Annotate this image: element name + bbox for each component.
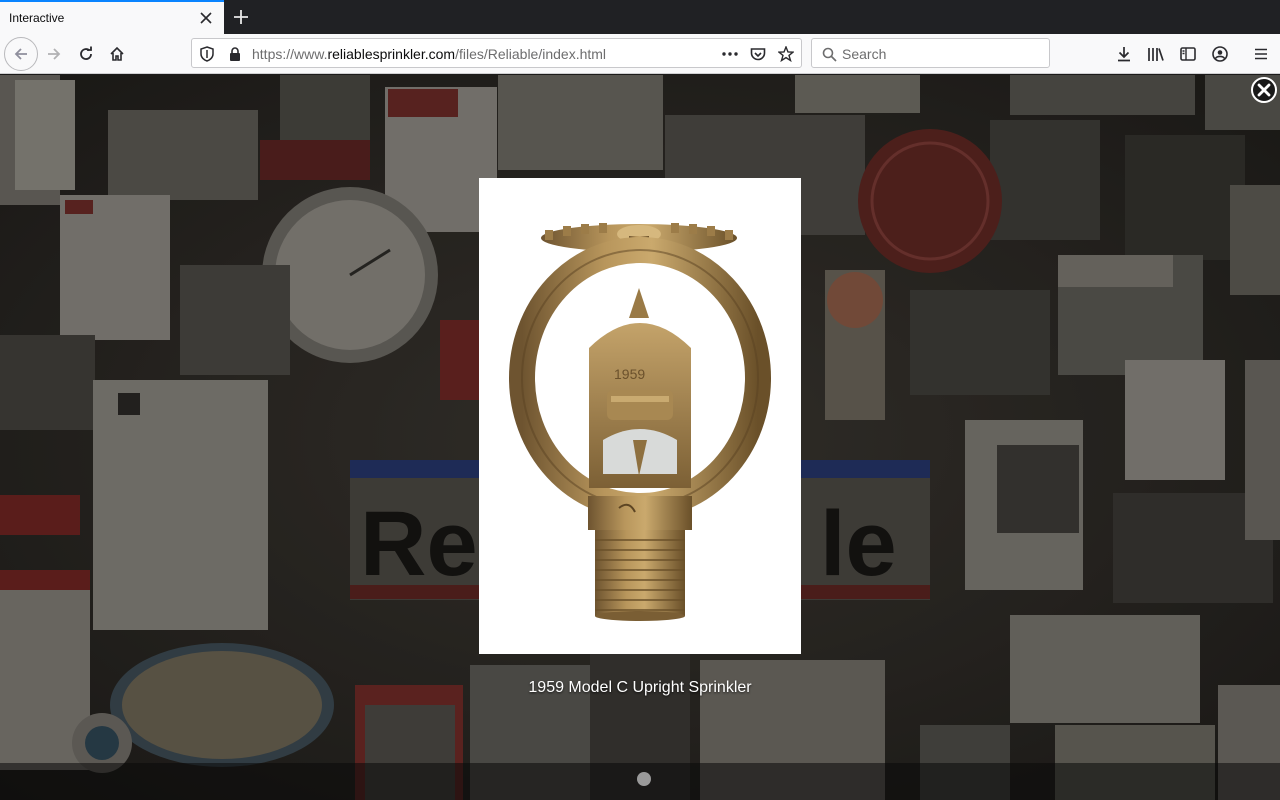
image-caption: 1959 Model C Upright Sprinkler (528, 679, 752, 696)
sidebar-button[interactable] (1172, 38, 1204, 70)
page-content: Re le 1959 1959 Model C Upright Sprinkle… (0, 75, 1280, 800)
pocket-icon[interactable] (748, 44, 768, 64)
back-button[interactable] (4, 37, 38, 71)
reload-icon (80, 46, 92, 60)
arrow-right-icon (48, 48, 61, 60)
close-lightbox-button[interactable] (1251, 77, 1277, 103)
menu-button[interactable] (1245, 38, 1277, 70)
page-actions-icon[interactable] (720, 44, 740, 64)
sprinkler-image: 1959 (509, 223, 771, 621)
search-icon (819, 44, 839, 64)
url-text[interactable]: https://www.reliablesprinkler.com/files/… (252, 46, 606, 62)
close-icon (1257, 83, 1271, 97)
arrow-left-icon (14, 48, 27, 60)
pager-dot[interactable] (637, 772, 651, 786)
url-bar[interactable]: https://www.reliablesprinkler.com/files/… (191, 38, 802, 68)
download-icon (1118, 47, 1130, 62)
library-icon (1148, 48, 1164, 61)
lock-icon[interactable] (225, 44, 245, 64)
reload-button[interactable] (70, 38, 102, 70)
home-button[interactable] (101, 38, 133, 70)
account-icon (1212, 46, 1228, 62)
downloads-button[interactable] (1108, 38, 1140, 70)
tab-interactive[interactable]: Interactive (0, 0, 224, 34)
shield-icon[interactable] (197, 44, 217, 64)
close-tab-icon[interactable] (194, 6, 218, 30)
new-tab-button[interactable] (228, 5, 254, 29)
account-button[interactable] (1204, 38, 1236, 70)
bookmark-star-icon[interactable] (776, 44, 796, 64)
search-input[interactable] (842, 45, 1042, 63)
sidebar-icon (1180, 47, 1196, 61)
hamburger-icon (1255, 48, 1267, 60)
tab-strip: Interactive (0, 0, 1280, 34)
lightbox-image-frame: 1959 (479, 178, 801, 654)
library-button[interactable] (1140, 38, 1172, 70)
search-bar[interactable] (811, 38, 1050, 68)
tab-title: Interactive (9, 11, 65, 25)
gallery-pager-bar (0, 763, 1280, 800)
home-icon (110, 46, 124, 61)
stamp-text: 1959 (614, 366, 645, 382)
forward-button[interactable] (38, 38, 70, 70)
plus-icon (234, 10, 248, 24)
navigation-toolbar: https://www.reliablesprinkler.com/files/… (0, 34, 1280, 74)
